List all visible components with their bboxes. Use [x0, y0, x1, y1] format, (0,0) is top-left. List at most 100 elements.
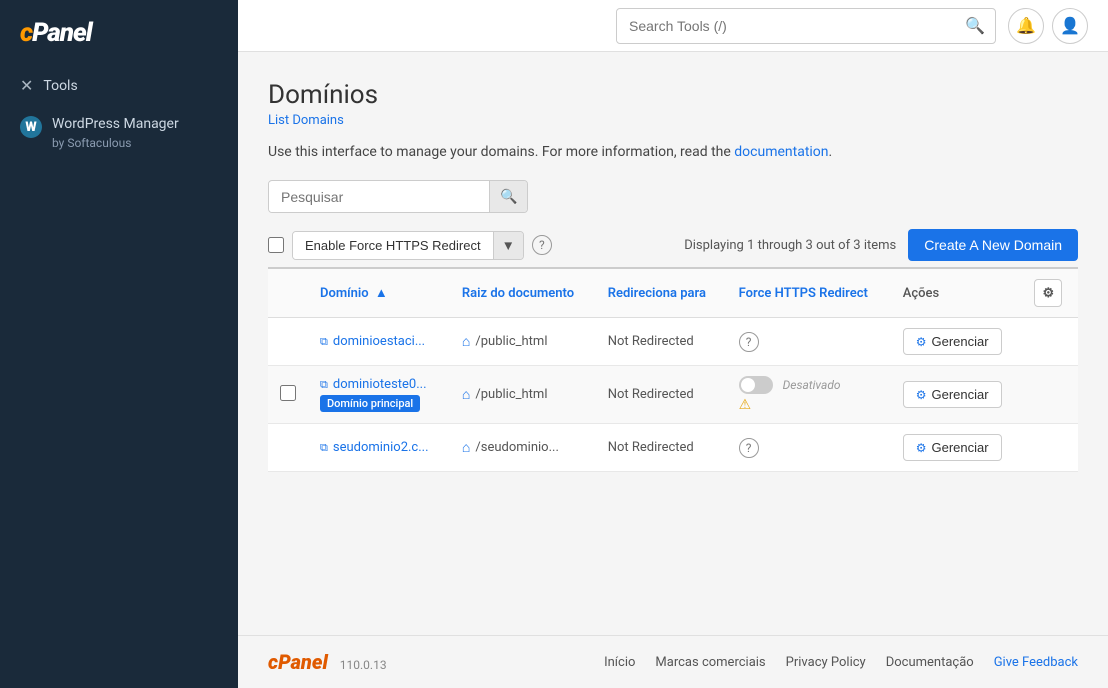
row2-toggle[interactable]	[739, 376, 773, 394]
row1-question-icon[interactable]: ?	[739, 332, 759, 352]
search-button[interactable]: 🔍	[955, 9, 995, 43]
main-area: 🔍 🔔 👤 Domínios List Domains Use this int…	[238, 0, 1108, 688]
row2-domain-cell: ⧉ dominioteste0... Domínio principal	[308, 366, 450, 424]
settings-cog-icon[interactable]: ⚙	[1034, 279, 1062, 307]
th-domain[interactable]: Domínio ▲	[308, 268, 450, 318]
footer: cPanel 110.0.13 Início Marcas comerciais…	[238, 635, 1108, 688]
table-row: ⧉ seudominio2.c... ⌂ /seudominio... Not …	[268, 424, 1078, 472]
row2-desativado-text: Desativado	[783, 378, 841, 392]
home-icon: ⌂	[462, 386, 470, 403]
sidebar-logo: cPanel	[0, 0, 238, 66]
row1-redirect-text: Not Redirected	[608, 334, 694, 349]
https-btn[interactable]: Enable Force HTTPS Redirect	[293, 232, 493, 259]
row3-question-icon[interactable]: ?	[739, 438, 759, 458]
row2-domain-link[interactable]: ⧉ dominioteste0...	[320, 377, 438, 392]
row3-force-https-cell: ?	[727, 424, 891, 472]
filter-bar: 🔍	[268, 180, 1078, 213]
https-help-icon[interactable]: ?	[532, 235, 552, 255]
topbar-icons: 🔔 👤	[1008, 8, 1088, 44]
row3-docroot-cell: ⌂ /seudominio...	[450, 424, 596, 472]
footer-link-docs[interactable]: Documentação	[886, 655, 974, 670]
documentation-link[interactable]: documentation	[734, 144, 828, 160]
th-checkbox	[268, 268, 308, 318]
home-icon: ⌂	[462, 333, 470, 350]
th-force-https-label: Force HTTPS Redirect	[739, 286, 868, 301]
filter-search-button[interactable]: 🔍	[489, 181, 527, 212]
content-area: Domínios List Domains Use this interface…	[238, 52, 1108, 635]
footer-link-marcas[interactable]: Marcas comerciais	[655, 655, 765, 670]
row2-manage-icon: ⚙	[916, 388, 927, 402]
footer-logo: cPanel	[268, 650, 328, 674]
table-head: Domínio ▲ Raiz do documento Redireciona …	[268, 268, 1078, 318]
table-controls: Enable Force HTTPS Redirect ▼ ?	[268, 231, 552, 260]
create-domain-button[interactable]: Create A New Domain	[908, 229, 1078, 261]
breadcrumb[interactable]: List Domains	[268, 113, 344, 128]
table-body: ⧉ dominioestaci... ⌂ /public_html Not Re…	[268, 318, 1078, 472]
th-actions-label: Ações	[903, 286, 939, 301]
home-icon: ⌂	[462, 439, 470, 456]
sidebar: cPanel ✕ Tools W WordPress Manager by So…	[0, 0, 238, 688]
row3-manage-button[interactable]: ⚙ Gerenciar	[903, 434, 1002, 461]
domains-table: Domínio ▲ Raiz do documento Redireciona …	[268, 267, 1078, 472]
row2-checkbox[interactable]	[280, 385, 296, 401]
row2-docroot-text: /public_html	[475, 387, 547, 402]
row3-checkbox-cell	[268, 424, 308, 472]
table-header-bar: Enable Force HTTPS Redirect ▼ ? Displayi…	[268, 229, 1078, 261]
row2-manage-button[interactable]: ⚙ Gerenciar	[903, 381, 1002, 408]
footer-link-privacy[interactable]: Privacy Policy	[786, 655, 866, 670]
description-before: Use this interface to manage your domain…	[268, 144, 734, 160]
th-redirect-label: Redireciona para	[608, 286, 706, 301]
description-after: .	[829, 144, 833, 160]
row1-manage-label: Gerenciar	[931, 334, 988, 349]
row1-domain-text: dominioestaci...	[333, 334, 425, 349]
row3-actions-cell: ⚙ Gerenciar	[891, 424, 1023, 472]
row2-force-https-cell: Desativado ⚠	[727, 366, 891, 424]
row3-domain-link[interactable]: ⧉ seudominio2.c...	[320, 440, 438, 455]
row2-warning-icon: ⚠	[739, 397, 879, 413]
row2-extra-cell	[1022, 366, 1078, 424]
row2-redirect-text: Not Redirected	[608, 387, 694, 402]
user-button[interactable]: 👤	[1052, 8, 1088, 44]
footer-version: 110.0.13	[340, 658, 387, 672]
sidebar-item-tools[interactable]: ✕ Tools	[0, 66, 238, 105]
tools-icon: ✕	[20, 76, 33, 95]
wordpress-icon: W	[20, 116, 42, 138]
row1-extra-cell	[1022, 318, 1078, 366]
row1-actions-cell: ⚙ Gerenciar	[891, 318, 1023, 366]
row2-docroot-cell: ⌂ /public_html	[450, 366, 596, 424]
filter-input[interactable]	[269, 182, 489, 212]
row3-domain-text: seudominio2.c...	[333, 440, 429, 455]
sidebar-tools-label: Tools	[43, 78, 77, 94]
row3-extra-cell	[1022, 424, 1078, 472]
row1-checkbox-cell	[268, 318, 308, 366]
th-settings: ⚙	[1022, 268, 1078, 318]
row3-manage-label: Gerenciar	[931, 440, 988, 455]
footer-link-inicio[interactable]: Início	[604, 655, 635, 670]
row1-domain-link[interactable]: ⧉ dominioestaci...	[320, 334, 438, 349]
row3-redirect-cell: Not Redirected	[596, 424, 727, 472]
row3-docroot-text: /seudominio...	[475, 440, 558, 455]
display-count: Displaying 1 through 3 out of 3 items	[552, 238, 896, 253]
description-text: Use this interface to manage your domain…	[268, 144, 1078, 160]
external-icon: ⧉	[320, 441, 328, 455]
th-force-https: Force HTTPS Redirect	[727, 268, 891, 318]
footer-links: Início Marcas comerciais Privacy Policy …	[604, 655, 1078, 670]
row2-domain-text: dominioteste0...	[333, 377, 427, 392]
notifications-button[interactable]: 🔔	[1008, 8, 1044, 44]
footer-link-feedback[interactable]: Give Feedback	[994, 655, 1078, 670]
wordpress-sublabel: by Softaculous	[52, 135, 179, 152]
https-caret[interactable]: ▼	[493, 232, 523, 259]
external-icon: ⧉	[320, 335, 328, 349]
search-bar[interactable]: 🔍	[616, 8, 996, 44]
row2-actions-cell: ⚙ Gerenciar	[891, 366, 1023, 424]
row1-docroot-text: /public_html	[475, 334, 547, 349]
row2-checkbox-cell	[268, 366, 308, 424]
search-input[interactable]	[617, 11, 955, 41]
table-row: ⧉ dominioestaci... ⌂ /public_html Not Re…	[268, 318, 1078, 366]
https-dropdown: Enable Force HTTPS Redirect ▼	[292, 231, 524, 260]
filter-search[interactable]: 🔍	[268, 180, 528, 213]
sidebar-item-wordpress[interactable]: W WordPress Manager by Softaculous	[0, 105, 238, 161]
select-all-checkbox[interactable]	[268, 237, 284, 253]
row1-manage-button[interactable]: ⚙ Gerenciar	[903, 328, 1002, 355]
row1-force-https-cell: ?	[727, 318, 891, 366]
